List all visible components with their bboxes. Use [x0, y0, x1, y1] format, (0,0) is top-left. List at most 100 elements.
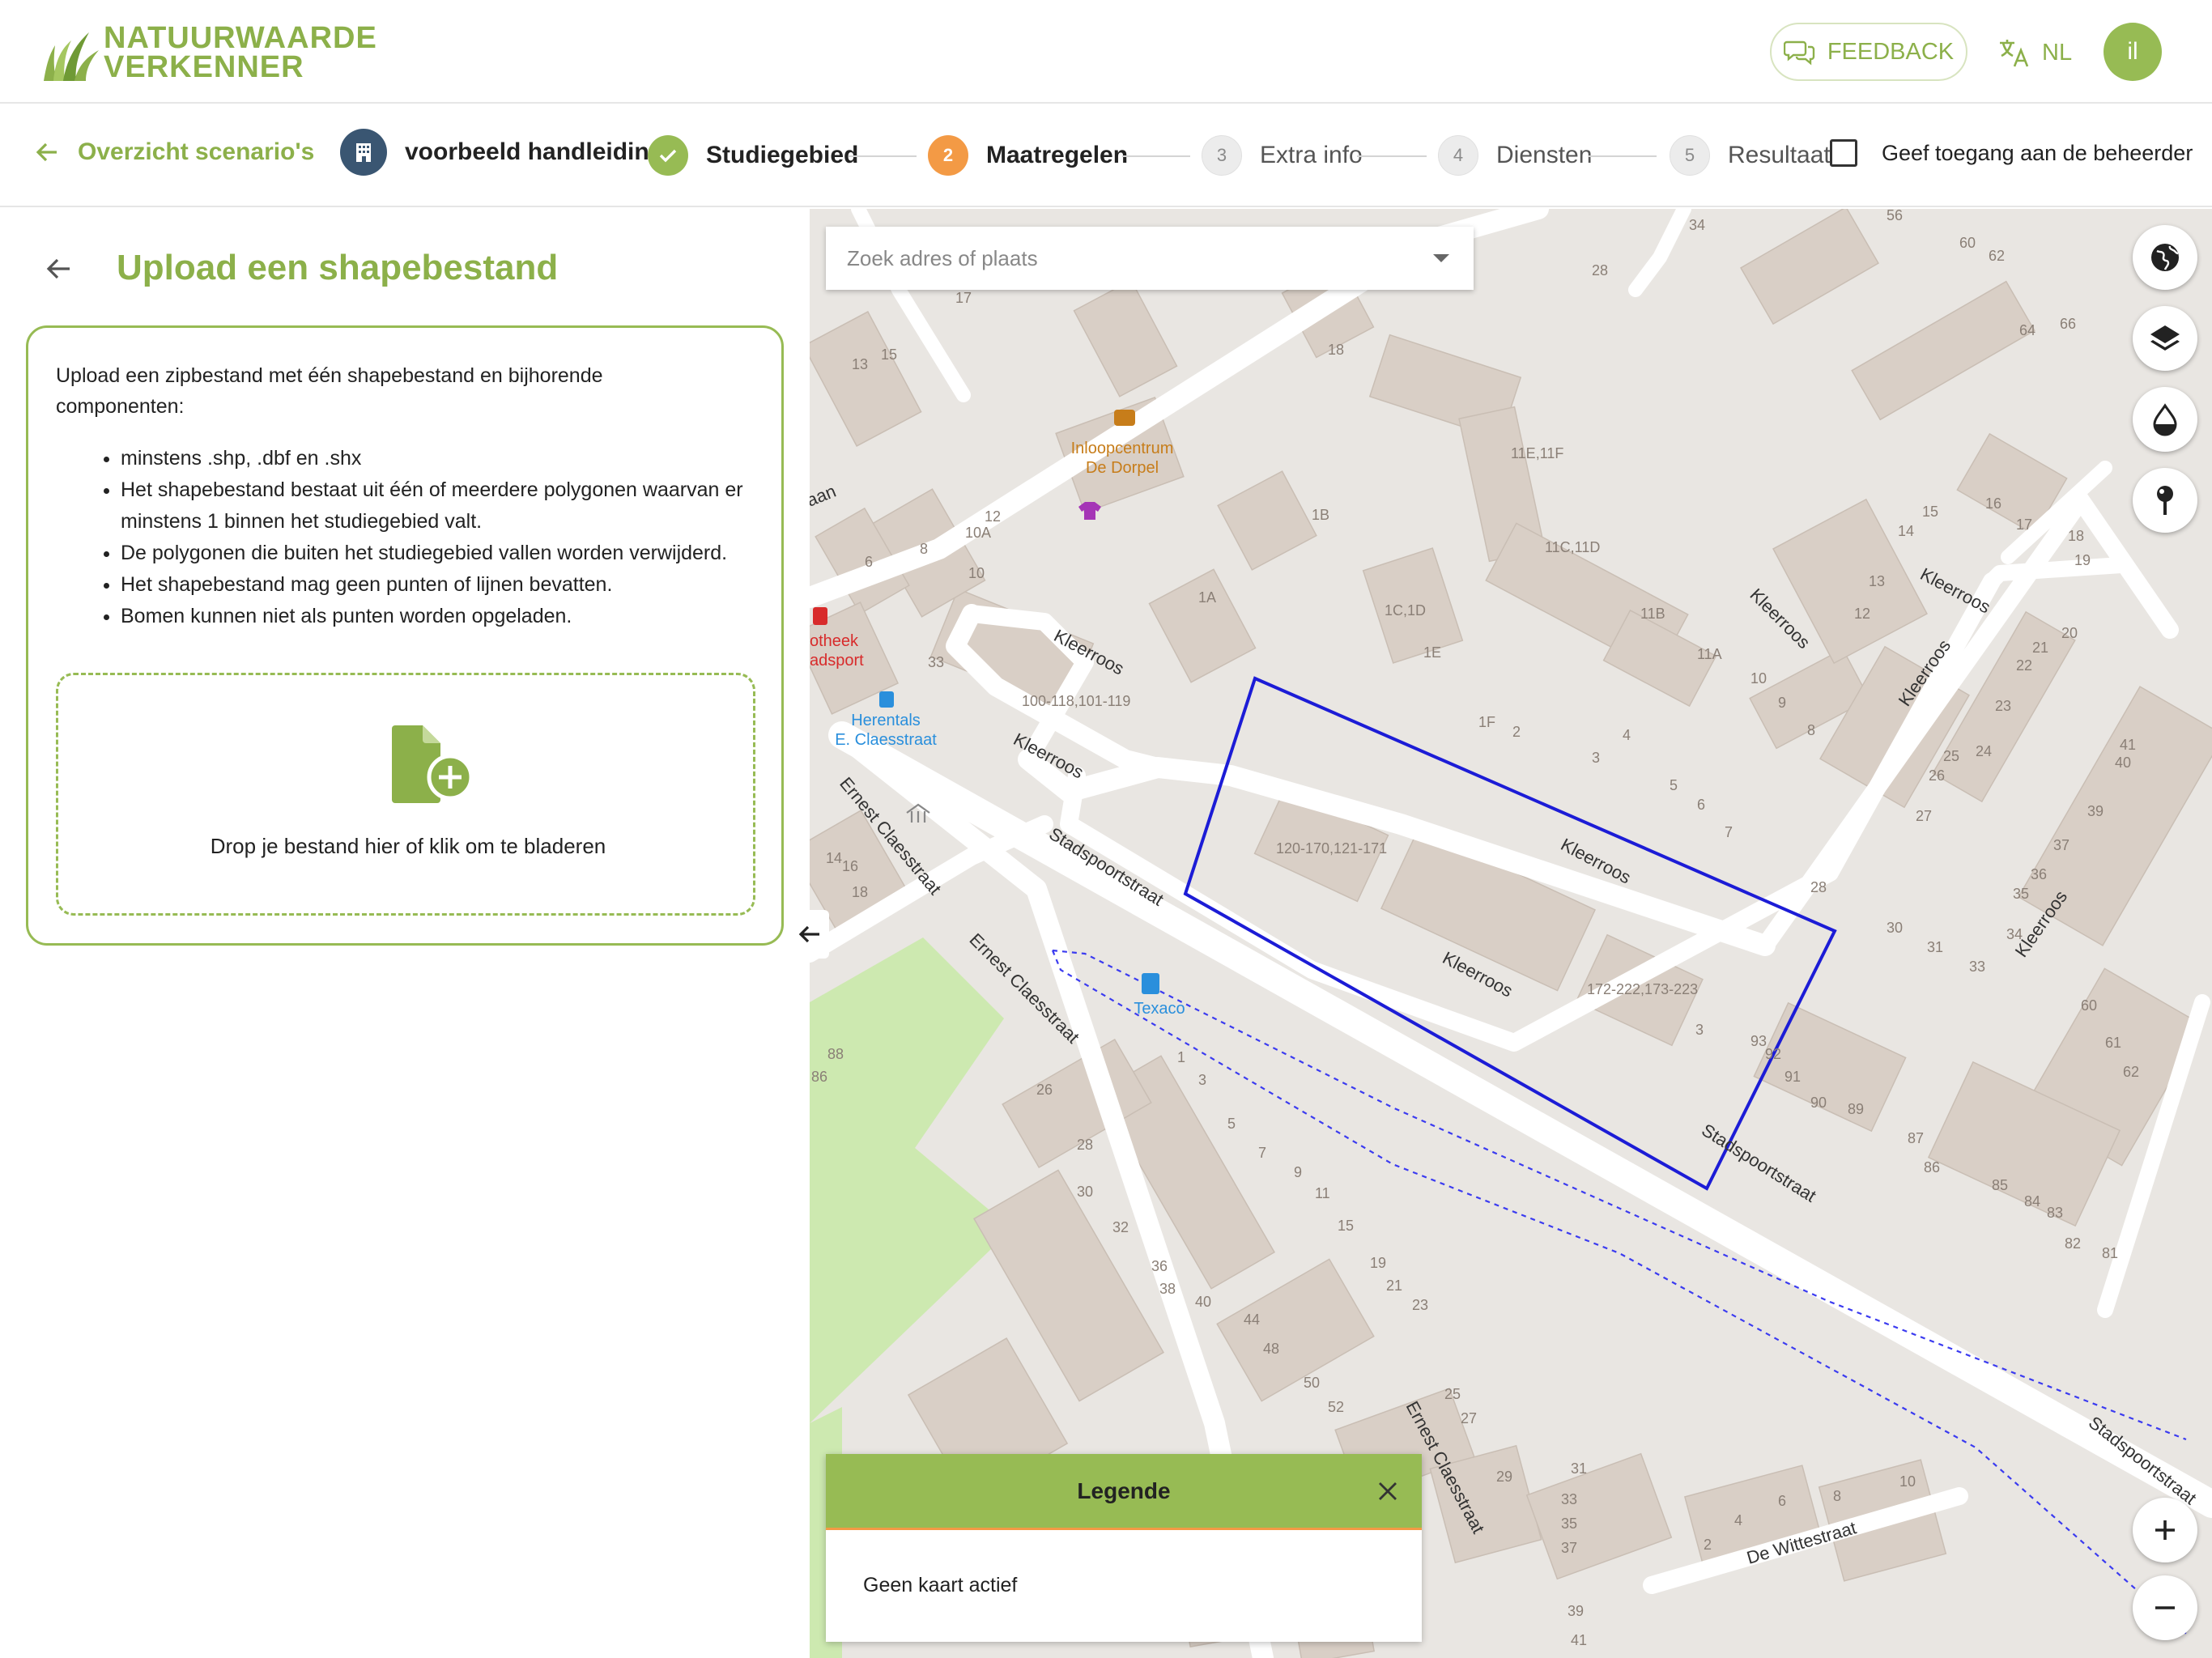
street-label: Stadspoortstraat — [1698, 1120, 1819, 1206]
house-number: 6 — [1697, 797, 1705, 813]
house-number: 88 — [827, 1046, 844, 1062]
house-number: 28 — [1810, 879, 1827, 895]
zoom-in-button[interactable] — [2133, 1498, 2197, 1562]
house-number: 44 — [1244, 1312, 1260, 1328]
house-number: 10 — [1899, 1473, 1916, 1490]
step-extra-info[interactable]: 3 Extra info — [1202, 133, 1363, 178]
house-number: 5 — [1227, 1116, 1236, 1132]
house-number: 11B — [1640, 606, 1665, 622]
minus-icon — [2155, 1606, 2175, 1609]
poi-label: adsport — [810, 652, 864, 670]
file-dropzone[interactable]: Drop je bestand hier of klik om te blade… — [56, 673, 755, 916]
map-view[interactable]: Inloopcentrum De Dorpel Herentals E. Cla… — [810, 209, 2212, 1658]
dropzone-text: Drop je bestand hier of klik om te blade… — [210, 834, 606, 858]
map-canvas[interactable]: Inloopcentrum De Dorpel Herentals E. Cla… — [810, 209, 2212, 1658]
house-number: 13 — [852, 356, 868, 372]
step-label: Studiegebied — [706, 142, 859, 168]
house-number: 17 — [955, 290, 972, 306]
house-number: 60 — [2081, 997, 2097, 1014]
step-number-badge: 3 — [1202, 135, 1242, 176]
arrow-left-icon — [36, 142, 57, 162]
panel-title: Upload een shapebestand — [117, 248, 559, 287]
house-number: 120-170,121-171 — [1276, 840, 1387, 857]
house-number: 50 — [1304, 1375, 1320, 1391]
basemap-button[interactable] — [2133, 225, 2197, 290]
top-bar: NATUURWAARDE VERKENNER FEEDBACK NL il — [0, 0, 2212, 104]
house-number: 48 — [1263, 1341, 1279, 1357]
step-bar: Overzicht scenario's voorbeeld handleidi… — [0, 105, 2212, 207]
house-number: 1B — [1312, 507, 1329, 523]
house-number: 18 — [1328, 342, 1344, 358]
house-number: 1C,1D — [1385, 602, 1426, 619]
requirements-list: minstens .shp, .dbf en .shx Het shapebes… — [56, 443, 754, 632]
language-switcher[interactable]: NL — [1997, 32, 2072, 73]
step-studiegebied[interactable]: Studiegebied — [648, 133, 858, 178]
close-icon[interactable] — [1373, 1477, 1402, 1506]
water-button[interactable] — [2133, 387, 2197, 452]
step-resultaat[interactable]: 5 Resultaat — [1670, 133, 1831, 178]
poi-label: Inloopcentrum — [1071, 440, 1174, 457]
legend-body: Geen kaart actief — [863, 1574, 1018, 1596]
house-number: 81 — [2102, 1245, 2118, 1261]
zoom-out-button[interactable] — [2133, 1575, 2197, 1640]
search-placeholder: Zoek adres of plaats — [847, 245, 1038, 270]
park-area — [810, 937, 1012, 1423]
translate-icon — [2000, 40, 2029, 67]
collapse-panel-button[interactable] — [790, 910, 829, 959]
house-number: 4 — [1623, 727, 1631, 743]
house-number: 18 — [2068, 528, 2084, 544]
legend-header: Legende — [826, 1454, 1422, 1530]
step-maatregelen[interactable]: 2 Maatregelen — [928, 133, 1128, 178]
poi-fuel[interactable]: Texaco — [1134, 973, 1185, 1018]
step-label: Resultaat — [1728, 142, 1831, 168]
poi-label: E. Claesstraat — [835, 731, 937, 749]
house-number: 2 — [1704, 1537, 1712, 1553]
list-item: minstens .shp, .dbf en .shx — [121, 443, 754, 474]
building-badge — [340, 129, 387, 176]
plus-icon — [2155, 1520, 2175, 1540]
house-number: 87 — [1908, 1130, 1924, 1146]
house-number: 6 — [1778, 1493, 1786, 1509]
arrow-left-icon — [798, 925, 819, 943]
layers-button[interactable] — [2133, 306, 2197, 371]
house-number: 39 — [2087, 803, 2104, 819]
building — [1753, 1001, 1907, 1133]
house-number: 22 — [2016, 657, 2032, 674]
house-number: 38 — [1159, 1281, 1176, 1297]
list-item: Het shapebestand mag geen punten of lijn… — [121, 569, 754, 601]
poi-label: Texaco — [1134, 1000, 1185, 1018]
house-number: 91 — [1784, 1069, 1801, 1085]
back-to-overview-link[interactable]: Overzicht scenario's — [32, 138, 314, 167]
house-number: 13 — [1869, 573, 1885, 589]
house-number: 3 — [1592, 750, 1600, 766]
house-number: 26 — [1036, 1082, 1053, 1098]
building — [1073, 279, 1178, 397]
panel-back-icon[interactable] — [42, 253, 74, 285]
scenario-name: voorbeeld handleiding — [340, 129, 664, 176]
access-toggle[interactable]: Geef toegang aan de beheerder — [1830, 139, 2193, 167]
house-number: 7 — [1258, 1145, 1266, 1161]
house-number: 12 — [1854, 606, 1870, 622]
access-checkbox[interactable] — [1830, 139, 1857, 167]
house-number: 1E — [1423, 644, 1441, 661]
pin-button[interactable] — [2133, 468, 2197, 533]
house-number: 64 — [2019, 322, 2035, 338]
house-number: 32 — [1112, 1219, 1129, 1235]
address-search-input[interactable]: Zoek adres of plaats — [826, 227, 1474, 290]
step-label: Diensten — [1496, 142, 1593, 168]
chevron-down-icon[interactable] — [1433, 254, 1449, 262]
house-number: 100-118,101-119 — [1022, 693, 1130, 709]
app-logo[interactable]: NATUURWAARDE VERKENNER — [39, 21, 377, 84]
step-diensten[interactable]: 4 Diensten — [1438, 133, 1592, 178]
house-number: 18 — [852, 884, 868, 900]
house-number: 35 — [1561, 1516, 1577, 1532]
user-avatar[interactable]: il — [2104, 23, 2162, 81]
feedback-button[interactable]: FEEDBACK — [1770, 23, 1967, 81]
road — [1628, 209, 1691, 297]
house-number: 30 — [1077, 1184, 1093, 1200]
house-number: 9 — [1778, 695, 1786, 711]
house-number: 85 — [1992, 1177, 2008, 1193]
house-number: 29 — [1496, 1469, 1512, 1485]
house-number: 84 — [2024, 1193, 2040, 1209]
building — [1217, 470, 1317, 571]
